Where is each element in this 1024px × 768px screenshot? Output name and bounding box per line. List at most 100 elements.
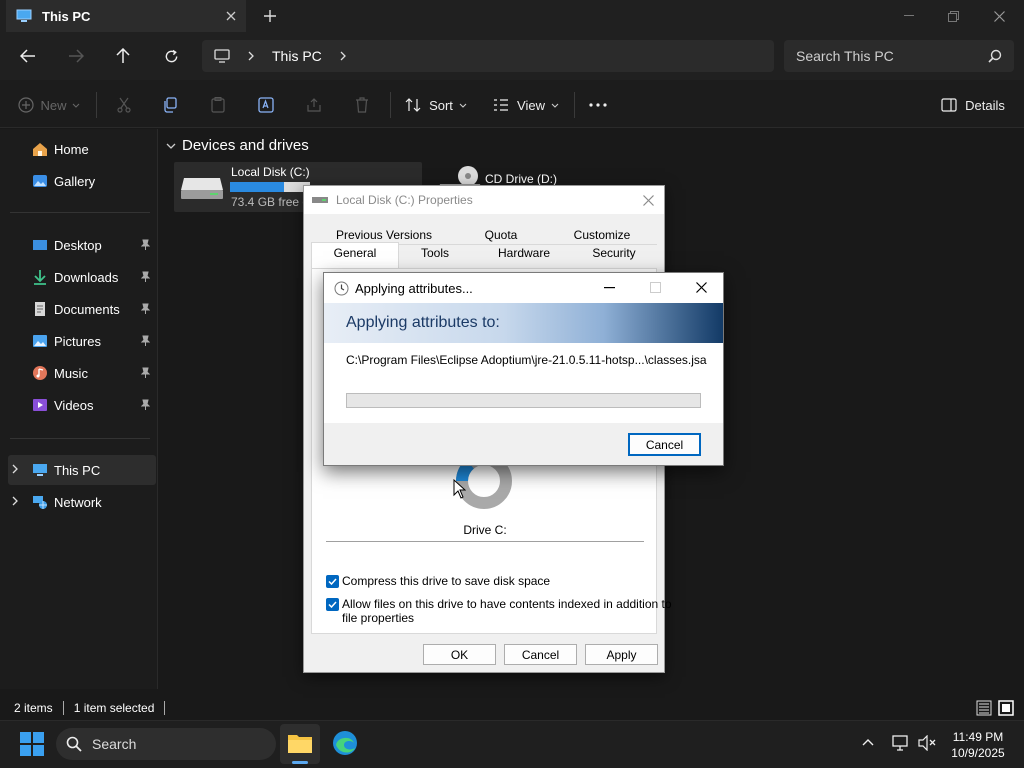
copy-icon[interactable] [156, 90, 184, 120]
tab-hardware[interactable]: Hardware [484, 244, 564, 262]
sidebar-item-home[interactable]: Home [8, 134, 156, 164]
refresh-icon[interactable] [155, 40, 187, 72]
section-header[interactable]: Devices and drives [166, 137, 309, 154]
network-status-icon[interactable] [892, 735, 910, 751]
pin-icon[interactable] [141, 399, 150, 410]
progress-bar [346, 393, 701, 408]
tab-customize[interactable]: Customize [560, 226, 644, 244]
sort-button[interactable]: Sort [404, 90, 468, 120]
tab-quota[interactable]: Quota [464, 226, 538, 244]
chevron-down-icon [459, 103, 467, 108]
tab-security[interactable]: Security [570, 244, 658, 262]
compress-checkbox-row[interactable]: Compress this drive to save disk space [326, 574, 550, 588]
sidebar-item-network[interactable]: Network [8, 487, 156, 517]
search-icon [66, 736, 82, 752]
tab-tools[interactable]: Tools [402, 244, 468, 262]
up-icon[interactable] [107, 40, 139, 72]
tiles-view-icon[interactable] [998, 700, 1014, 716]
videos-icon [32, 397, 48, 413]
sort-icon [405, 98, 421, 112]
view-button[interactable]: View [492, 90, 560, 120]
details-view-icon[interactable] [976, 700, 992, 716]
close-window-icon[interactable] [976, 0, 1022, 32]
divider [390, 92, 391, 118]
tab-this-pc[interactable]: This PC [6, 0, 246, 32]
this-pc-icon [16, 9, 32, 23]
pin-icon[interactable] [141, 335, 150, 346]
cut-icon[interactable] [110, 90, 138, 120]
divider [10, 438, 150, 439]
cancel-button[interactable]: Cancel [628, 433, 701, 456]
applying-attributes-dialog: Applying attributes... Applying attribut… [323, 272, 724, 466]
close-icon[interactable] [696, 282, 707, 293]
minimize-icon[interactable] [886, 0, 932, 32]
minimize-icon[interactable] [604, 287, 615, 289]
forward-icon[interactable] [60, 40, 92, 72]
sidebar-item-label: Pictures [54, 333, 101, 349]
running-indicator [292, 761, 308, 764]
share-icon[interactable] [300, 90, 328, 120]
close-tab-icon[interactable] [226, 11, 236, 21]
sidebar-item-documents[interactable]: Documents [8, 294, 156, 324]
pin-icon[interactable] [141, 303, 150, 314]
details-label: Details [965, 97, 1005, 113]
drive-usage-fill [230, 182, 285, 192]
file-explorer-taskbar-button[interactable] [280, 724, 320, 764]
pin-icon[interactable] [141, 271, 150, 282]
address-bar[interactable]: This PC [202, 40, 774, 72]
expand-chevron-icon[interactable] [12, 496, 18, 506]
tab-general[interactable]: General [311, 242, 399, 268]
new-tab-icon[interactable] [260, 0, 280, 32]
search-input[interactable]: Search This PC [784, 40, 1014, 72]
more-options-icon[interactable] [586, 90, 610, 120]
taskbar-search[interactable]: Search [56, 728, 276, 760]
maximize-icon [650, 282, 661, 293]
volume-muted-icon[interactable] [918, 735, 936, 751]
folder-icon [288, 733, 312, 753]
plus-circle-icon [18, 97, 35, 113]
back-icon[interactable] [12, 40, 44, 72]
clock-time: 11:49 PM [952, 730, 1004, 744]
chevron-right-icon[interactable] [340, 51, 346, 61]
clock[interactable]: 11:49 PM 10/9/2025 [946, 729, 1010, 761]
sidebar-item-downloads[interactable]: Downloads [8, 262, 156, 292]
pin-icon[interactable] [141, 367, 150, 378]
cancel-button[interactable]: Cancel [504, 644, 577, 665]
chevron-up-icon[interactable] [862, 738, 874, 746]
details-button[interactable]: Details [938, 90, 1008, 120]
sidebar-item-music[interactable]: Music [8, 358, 156, 388]
view-label: View [517, 97, 545, 113]
expand-chevron-icon[interactable] [12, 464, 18, 474]
item-count: 2 items [14, 701, 53, 715]
close-icon[interactable] [643, 195, 654, 206]
restore-icon[interactable] [930, 0, 976, 32]
rename-icon[interactable] [252, 90, 280, 120]
paste-icon[interactable] [204, 90, 232, 120]
chevron-down-icon [551, 103, 559, 108]
sidebar-item-desktop[interactable]: Desktop [8, 230, 156, 260]
new-button[interactable]: New [14, 90, 84, 120]
ok-button[interactable]: OK [423, 644, 496, 665]
search-icon[interactable] [988, 49, 1002, 63]
index-checkbox-row[interactable]: Allow files on this drive to have conten… [326, 597, 672, 625]
breadcrumb-this-pc[interactable]: This PC [272, 48, 322, 64]
apply-button[interactable]: Apply [585, 644, 658, 665]
sidebar-item-this-pc[interactable]: This PC [8, 455, 156, 485]
sidebar-item-label: Gallery [54, 173, 96, 189]
tab-label: This PC [42, 8, 91, 24]
delete-icon[interactable] [348, 90, 376, 120]
pictures-icon [32, 333, 48, 349]
section-title: Devices and drives [182, 137, 309, 154]
start-icon[interactable] [20, 732, 44, 756]
sidebar-item-gallery[interactable]: Gallery [8, 166, 156, 196]
sidebar-item-videos[interactable]: Videos [8, 390, 156, 420]
sidebar-item-label: This PC [54, 462, 101, 478]
compress-checkbox[interactable] [326, 574, 339, 588]
sidebar-item-label: Desktop [54, 237, 102, 253]
sidebar-item-pictures[interactable]: Pictures [8, 326, 156, 356]
pin-icon[interactable] [141, 239, 150, 250]
index-checkbox[interactable] [326, 597, 339, 611]
sidebar-item-label: Documents [54, 301, 120, 317]
edge-icon[interactable] [332, 730, 358, 756]
drive-name: CD Drive (D:) [485, 172, 557, 186]
